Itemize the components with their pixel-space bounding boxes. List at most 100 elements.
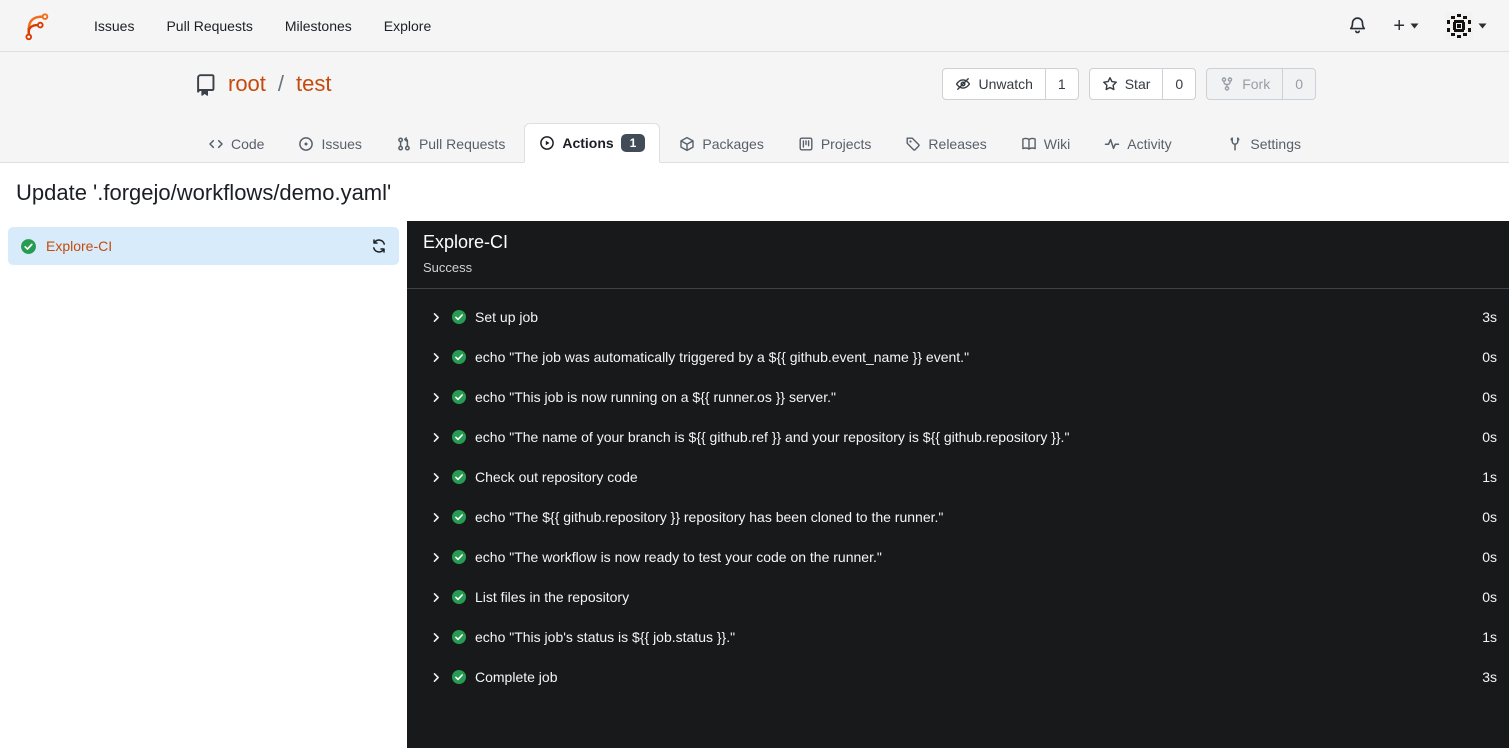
chevron-right-icon bbox=[430, 311, 443, 324]
tab-code[interactable]: Code bbox=[193, 125, 279, 163]
tab-actions[interactable]: Actions 1 bbox=[524, 122, 661, 163]
navbar-link[interactable]: Pull Requests bbox=[152, 10, 266, 42]
tab-projects[interactable]: Projects bbox=[783, 125, 887, 163]
jobs-sidebar: Explore-CI bbox=[0, 221, 407, 748]
rerun-job-icon[interactable] bbox=[371, 238, 387, 254]
job-log-header: Explore-CI Success bbox=[407, 221, 1509, 289]
step-name: echo "This job is now running on a ${{ r… bbox=[475, 389, 836, 405]
user-menu-button[interactable] bbox=[1445, 11, 1487, 40]
unwatch-button[interactable]: Unwatch bbox=[943, 69, 1044, 99]
tab-releases-label: Releases bbox=[928, 136, 987, 152]
tab-activity[interactable]: Activity bbox=[1089, 125, 1186, 163]
fork-button-group: Fork 0 bbox=[1206, 68, 1316, 100]
eye-slash-icon bbox=[955, 76, 971, 92]
repo-name-link[interactable]: test bbox=[296, 71, 331, 97]
step-name: echo "The name of your branch is ${{ git… bbox=[475, 429, 1070, 445]
forks-count[interactable]: 0 bbox=[1282, 69, 1315, 99]
tab-packages[interactable]: Packages bbox=[664, 125, 778, 163]
tab-issues-label: Issues bbox=[321, 136, 362, 152]
project-board-icon bbox=[798, 136, 814, 152]
workflow-step-row[interactable]: echo "The name of your branch is ${{ git… bbox=[407, 417, 1509, 457]
tab-pull-requests[interactable]: Pull Requests bbox=[381, 125, 520, 163]
navbar-link[interactable]: Explore bbox=[370, 10, 445, 42]
repo-separator: / bbox=[277, 71, 285, 96]
step-name: echo "This job's status is ${{ job.statu… bbox=[475, 629, 736, 645]
user-avatar bbox=[1445, 11, 1473, 40]
step-name: List files in the repository bbox=[475, 589, 630, 605]
workflow-step-row[interactable]: List files in the repository 0s bbox=[407, 577, 1509, 617]
workflow-step-row[interactable]: echo "The ${{ github.repository }} repos… bbox=[407, 497, 1509, 537]
step-name: Set up job bbox=[475, 309, 539, 325]
step-duration: 1s bbox=[1482, 629, 1497, 645]
navbar-right: + bbox=[1348, 11, 1487, 40]
repository-icon bbox=[193, 72, 218, 97]
fork-icon bbox=[1219, 76, 1235, 92]
star-icon bbox=[1102, 76, 1118, 92]
workflow-step-row[interactable]: echo "This job's status is ${{ job.statu… bbox=[407, 617, 1509, 657]
job-list-item[interactable]: Explore-CI bbox=[8, 227, 399, 265]
run-body: Explore-CI Explore-CI Success Set up job… bbox=[0, 221, 1509, 748]
step-duration: 0s bbox=[1482, 589, 1497, 605]
chevron-right-icon bbox=[430, 591, 443, 604]
step-success-icon bbox=[451, 389, 467, 405]
repo-action-buttons: Unwatch 1 Star 0 Fork 0 bbox=[942, 68, 1316, 100]
workflow-step-row[interactable]: Complete job 3s bbox=[407, 657, 1509, 697]
step-success-icon bbox=[451, 629, 467, 645]
tab-projects-label: Projects bbox=[820, 136, 872, 152]
tab-packages-label: Packages bbox=[702, 136, 764, 152]
chevron-right-icon bbox=[430, 671, 443, 684]
step-success-icon bbox=[451, 349, 467, 365]
code-icon bbox=[208, 136, 224, 152]
book-open-icon bbox=[1021, 136, 1037, 152]
tab-issues[interactable]: Issues bbox=[283, 125, 376, 163]
step-duration: 0s bbox=[1482, 509, 1497, 525]
wrench-icon bbox=[1227, 136, 1243, 152]
tab-pull-requests-label: Pull Requests bbox=[418, 136, 506, 152]
step-duration: 0s bbox=[1482, 349, 1497, 365]
workflow-step-row[interactable]: Set up job 3s bbox=[407, 297, 1509, 337]
package-icon bbox=[679, 136, 695, 152]
chevron-right-icon bbox=[430, 431, 443, 444]
step-duration: 3s bbox=[1482, 309, 1497, 325]
job-log-panel: Explore-CI Success Set up job 3s echo "T… bbox=[407, 221, 1509, 748]
fork-label: Fork bbox=[1242, 76, 1271, 92]
pulse-icon bbox=[1104, 136, 1120, 152]
tab-actions-label: Actions bbox=[562, 134, 614, 151]
top-navbar: Issues Pull Requests Milestones Explore … bbox=[0, 0, 1509, 52]
create-new-button[interactable]: + bbox=[1393, 16, 1419, 36]
step-duration: 0s bbox=[1482, 429, 1497, 445]
workflow-step-row[interactable]: echo "This job is now running on a ${{ r… bbox=[407, 377, 1509, 417]
repo-owner-link[interactable]: root bbox=[228, 71, 266, 97]
repo-tabs: Code Issues Pull Requests Actions 1 Pack… bbox=[193, 122, 1316, 163]
job-name: Explore-CI bbox=[46, 238, 113, 254]
forgejo-logo-icon[interactable] bbox=[22, 11, 52, 41]
play-circle-icon bbox=[539, 135, 555, 151]
step-success-icon bbox=[451, 309, 467, 325]
tab-wiki-label: Wiki bbox=[1043, 136, 1071, 152]
star-button[interactable]: Star bbox=[1090, 69, 1163, 99]
step-name: Complete job bbox=[475, 669, 558, 685]
caret-down-icon bbox=[1478, 23, 1487, 28]
workflow-step-row[interactable]: echo "The job was automatically triggere… bbox=[407, 337, 1509, 377]
notifications-bell-icon[interactable] bbox=[1348, 16, 1367, 35]
tab-settings[interactable]: Settings bbox=[1212, 125, 1316, 163]
fork-button[interactable]: Fork bbox=[1207, 69, 1282, 99]
workflow-step-row[interactable]: echo "The workflow is now ready to test … bbox=[407, 537, 1509, 577]
unwatch-label: Unwatch bbox=[978, 76, 1033, 92]
step-success-icon bbox=[451, 509, 467, 525]
stars-count[interactable]: 0 bbox=[1162, 69, 1195, 99]
tag-icon bbox=[905, 136, 921, 152]
pull-request-icon bbox=[396, 136, 412, 152]
workflow-step-row[interactable]: Check out repository code 1s bbox=[407, 457, 1509, 497]
chevron-right-icon bbox=[430, 351, 443, 364]
job-success-icon bbox=[20, 238, 37, 255]
step-name: echo "The job was automatically triggere… bbox=[475, 349, 970, 365]
step-success-icon bbox=[451, 549, 467, 565]
actions-count-badge: 1 bbox=[620, 133, 646, 152]
chevron-right-icon bbox=[430, 551, 443, 564]
navbar-link[interactable]: Issues bbox=[80, 10, 148, 42]
watchers-count[interactable]: 1 bbox=[1044, 69, 1078, 99]
navbar-link[interactable]: Milestones bbox=[271, 10, 366, 42]
tab-wiki[interactable]: Wiki bbox=[1006, 125, 1085, 163]
tab-releases[interactable]: Releases bbox=[890, 125, 1001, 163]
